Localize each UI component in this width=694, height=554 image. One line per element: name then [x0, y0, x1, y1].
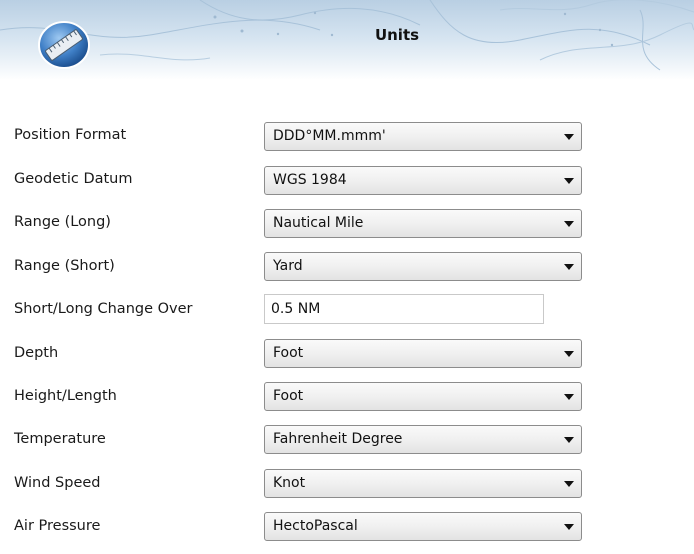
height-length-select[interactable]: Foot — [264, 382, 582, 411]
depth-label: Depth — [14, 345, 59, 361]
geodetic-datum-value: WGS 1984 — [273, 172, 347, 188]
wind-speed-select[interactable]: Knot — [264, 469, 582, 498]
height-length-label: Height/Length — [14, 388, 117, 404]
dropdown-arrow-icon — [564, 524, 574, 530]
position-format-value: DDD°MM.mmm' — [273, 128, 386, 144]
range-short-select[interactable]: Yard — [264, 252, 582, 281]
dropdown-arrow-icon — [564, 481, 574, 487]
depth-value: Foot — [273, 345, 304, 361]
temperature-value: Fahrenheit Degree — [273, 431, 403, 447]
geodetic-datum-select[interactable]: WGS 1984 — [264, 166, 582, 195]
dropdown-arrow-icon — [564, 178, 574, 184]
dropdown-arrow-icon — [564, 351, 574, 357]
range-long-select[interactable]: Nautical Mile — [264, 209, 582, 238]
air-pressure-select[interactable]: HectoPascal — [264, 512, 582, 541]
header-bar: Units — [0, 0, 694, 80]
dropdown-arrow-icon — [564, 264, 574, 270]
page-title: Units — [374, 26, 420, 44]
dropdown-arrow-icon — [564, 134, 574, 140]
wind-speed-label: Wind Speed — [14, 475, 101, 491]
air-pressure-value: HectoPascal — [273, 518, 358, 534]
dropdown-arrow-icon — [564, 437, 574, 443]
range-short-label: Range (Short) — [14, 258, 115, 274]
dropdown-arrow-icon — [564, 394, 574, 400]
position-format-select[interactable]: DDD°MM.mmm' — [264, 122, 582, 151]
temperature-label: Temperature — [14, 431, 106, 447]
change-over-input[interactable] — [271, 301, 531, 317]
height-length-value: Foot — [273, 388, 304, 404]
range-long-value: Nautical Mile — [273, 215, 364, 231]
change-over-label: Short/Long Change Over — [14, 301, 193, 317]
depth-select[interactable]: Foot — [264, 339, 582, 368]
dropdown-arrow-icon — [564, 221, 574, 227]
range-long-label: Range (Long) — [14, 214, 111, 230]
change-over-field[interactable] — [264, 294, 544, 324]
air-pressure-label: Air Pressure — [14, 518, 101, 534]
position-format-label: Position Format — [14, 127, 127, 143]
temperature-select[interactable]: Fahrenheit Degree — [264, 425, 582, 454]
geodetic-datum-label: Geodetic Datum — [14, 171, 133, 187]
range-short-value: Yard — [273, 258, 303, 274]
wind-speed-value: Knot — [273, 475, 306, 491]
